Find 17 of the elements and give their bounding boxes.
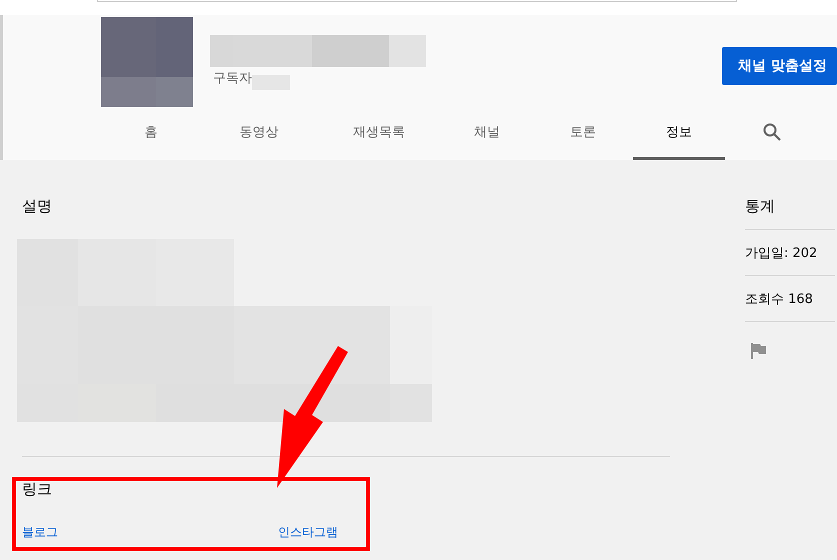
search-icon[interactable] <box>763 122 781 140</box>
tab[interactable]: 재생목록 <box>319 109 439 160</box>
description-heading: 설명 <box>22 197 53 216</box>
subscriber-label: 구독자 <box>213 71 252 87</box>
stats-heading: 통계 <box>745 197 835 230</box>
stat-text: 조회수 168 <box>745 290 813 308</box>
link[interactable]: 인스타그램 <box>278 524 338 541</box>
tab[interactable]: 채널 <box>439 109 535 160</box>
tab[interactable]: 토론 <box>535 109 631 160</box>
link[interactable]: 블로그 <box>22 524 58 541</box>
customize-channel-button[interactable]: 채널 맞춤설정 <box>722 47 837 85</box>
stat-text: 가입일: 202 <box>745 244 818 262</box>
tab[interactable]: 정보 <box>633 109 725 160</box>
links-heading: 링크 <box>22 480 53 499</box>
tab[interactable]: 동영상 <box>199 109 319 160</box>
flag-icon[interactable] <box>750 343 766 359</box>
tab[interactable]: 홈 <box>103 109 199 160</box>
